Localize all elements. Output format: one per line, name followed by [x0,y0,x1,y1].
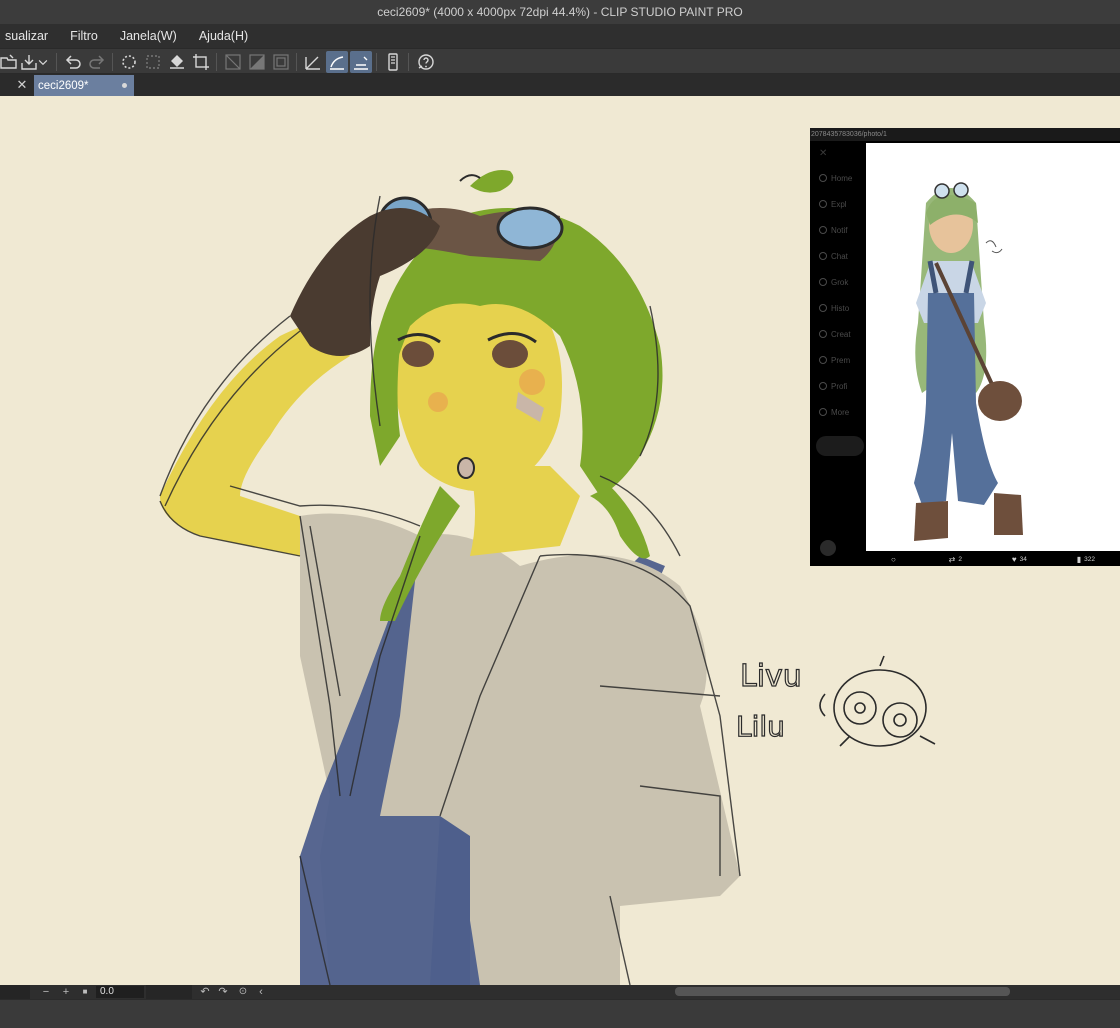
menu-bar: sualizar Filtro Janela(W) Ajuda(H) [0,24,1120,48]
ref-nav-more[interactable]: More [819,406,867,418]
angle-slider[interactable] [146,985,192,999]
snap-grid-icon[interactable] [326,51,348,73]
clip-studio-window: ceci2609* (4000 x 4000px 72dpi 44.4%) - … [0,0,1120,1028]
ref-nav-profile[interactable]: Profi [819,380,867,392]
ref-nav-creators[interactable]: Creat [819,328,867,340]
document-tab-label: ceci2609* [38,79,89,92]
status-bar [0,999,1120,1028]
reply-stat[interactable]: ○ [891,555,899,564]
select-all-icon[interactable] [118,51,140,73]
ref-nav-grok[interactable]: Grok [819,276,867,288]
chevron-left-icon[interactable]: ‹ [254,985,268,999]
device-icon[interactable] [382,51,404,73]
window-title: ceci2609* (4000 x 4000px 72dpi 44.4%) - … [377,5,743,19]
handwritten-text-livu: Livu [740,659,802,694]
rotate-left-icon[interactable]: ↶ [198,985,212,999]
heart-icon: ♥ [1011,554,1017,564]
ref-nav-notifications[interactable]: Notif [819,224,867,236]
stop-icon[interactable]: ■ [78,985,92,999]
menu-window[interactable]: Janela(W) [109,29,188,43]
ref-nav-chat[interactable]: Chat [819,250,867,262]
panel-handle[interactable] [0,985,30,999]
minus-icon[interactable]: − [38,985,54,999]
post-button[interactable] [816,436,864,456]
menu-filter[interactable]: Filtro [59,29,109,43]
open-file-icon[interactable] [0,51,20,73]
menu-help[interactable]: Ajuda(H) [188,29,259,43]
command-bar [0,48,1120,74]
close-icon[interactable]: ✕ [14,77,30,93]
bookmark-icon [819,304,827,312]
close-icon[interactable]: ✕ [819,148,827,159]
ref-nav-premium[interactable]: Prem [819,354,867,366]
horizontal-scrollbar[interactable] [675,987,1010,996]
home-icon [819,174,827,182]
help-icon[interactable] [414,51,436,73]
rotate-right-icon[interactable]: ↷ [216,985,230,999]
ruler-off-icon[interactable] [222,51,244,73]
avatar[interactable] [820,540,836,556]
snap-ruler-icon[interactable] [302,51,324,73]
toolbar-separator [216,53,217,71]
reference-url: 2078435783036/photo/1 [810,128,1120,141]
undo-icon[interactable] [62,51,84,73]
ref-nav-home[interactable]: Home [819,172,867,184]
grok-icon [819,278,827,286]
views-stat[interactable]: ▮ 322 [1077,555,1095,564]
reference-window[interactable]: 2078435783036/photo/1 ✕ Home Expl Notif … [810,128,1120,566]
reference-stats-bar: ○ ⇄ 2 ♥ 34 ▮ 322 [866,552,1120,566]
reply-icon: ○ [890,554,896,564]
menu-view[interactable]: sualizar [0,29,59,43]
document-tab[interactable]: ceci2609* [34,75,134,96]
ref-nav-history[interactable]: Histo [819,302,867,314]
navigator-bar: − + ■ 0.0 ↶ ↷ ⊙ ‹ [0,985,1120,999]
handwritten-text-lilu: Lilu [736,710,785,743]
reference-sidebar: ✕ Home Expl Notif Chat Grok Histo Creat … [810,142,867,556]
plus-icon[interactable]: + [58,985,74,999]
reference-photo [866,143,1120,551]
snap-special-icon[interactable] [350,51,372,73]
toolbar-separator [376,53,377,71]
transform-icon[interactable] [190,51,212,73]
toolbar-separator [408,53,409,71]
profile-icon [819,382,827,390]
more-icon [819,408,827,416]
unsaved-dot-icon[interactable] [122,83,127,88]
repost-icon: ⇄ [948,554,956,564]
repost-stat[interactable]: ⇄ 2 [949,555,962,564]
title-bar: ceci2609* (4000 x 4000px 72dpi 44.4%) - … [0,0,1120,24]
views-icon: ▮ [1076,554,1082,564]
bell-icon [819,226,827,234]
goggles-doodle [819,655,936,747]
reference-character-art [914,182,1023,541]
toolbar-separator [296,53,297,71]
rotation-angle-field[interactable]: 0.0 [96,986,144,998]
reset-rotation-icon[interactable]: ⊙ [236,985,250,999]
search-icon [819,200,827,208]
toolbar-separator [56,53,57,71]
premium-icon [819,356,827,364]
ref-nav-explore[interactable]: Expl [819,198,867,210]
canvas[interactable]: Livu Lilu 2078435783036/photo/1 ✕ Home E… [0,96,1120,985]
document-tab-bar: ✕ ceci2609* [0,74,1120,96]
chat-icon [819,252,827,260]
chevron-down-icon[interactable] [36,51,50,73]
like-stat[interactable]: ♥ 34 [1012,555,1027,564]
frame-icon[interactable] [270,51,292,73]
fill-icon[interactable] [166,51,188,73]
lightning-icon [819,330,827,338]
toolbar-separator [112,53,113,71]
redo-icon[interactable] [86,51,108,73]
ruler-half-icon[interactable] [246,51,268,73]
deselect-icon[interactable] [142,51,164,73]
